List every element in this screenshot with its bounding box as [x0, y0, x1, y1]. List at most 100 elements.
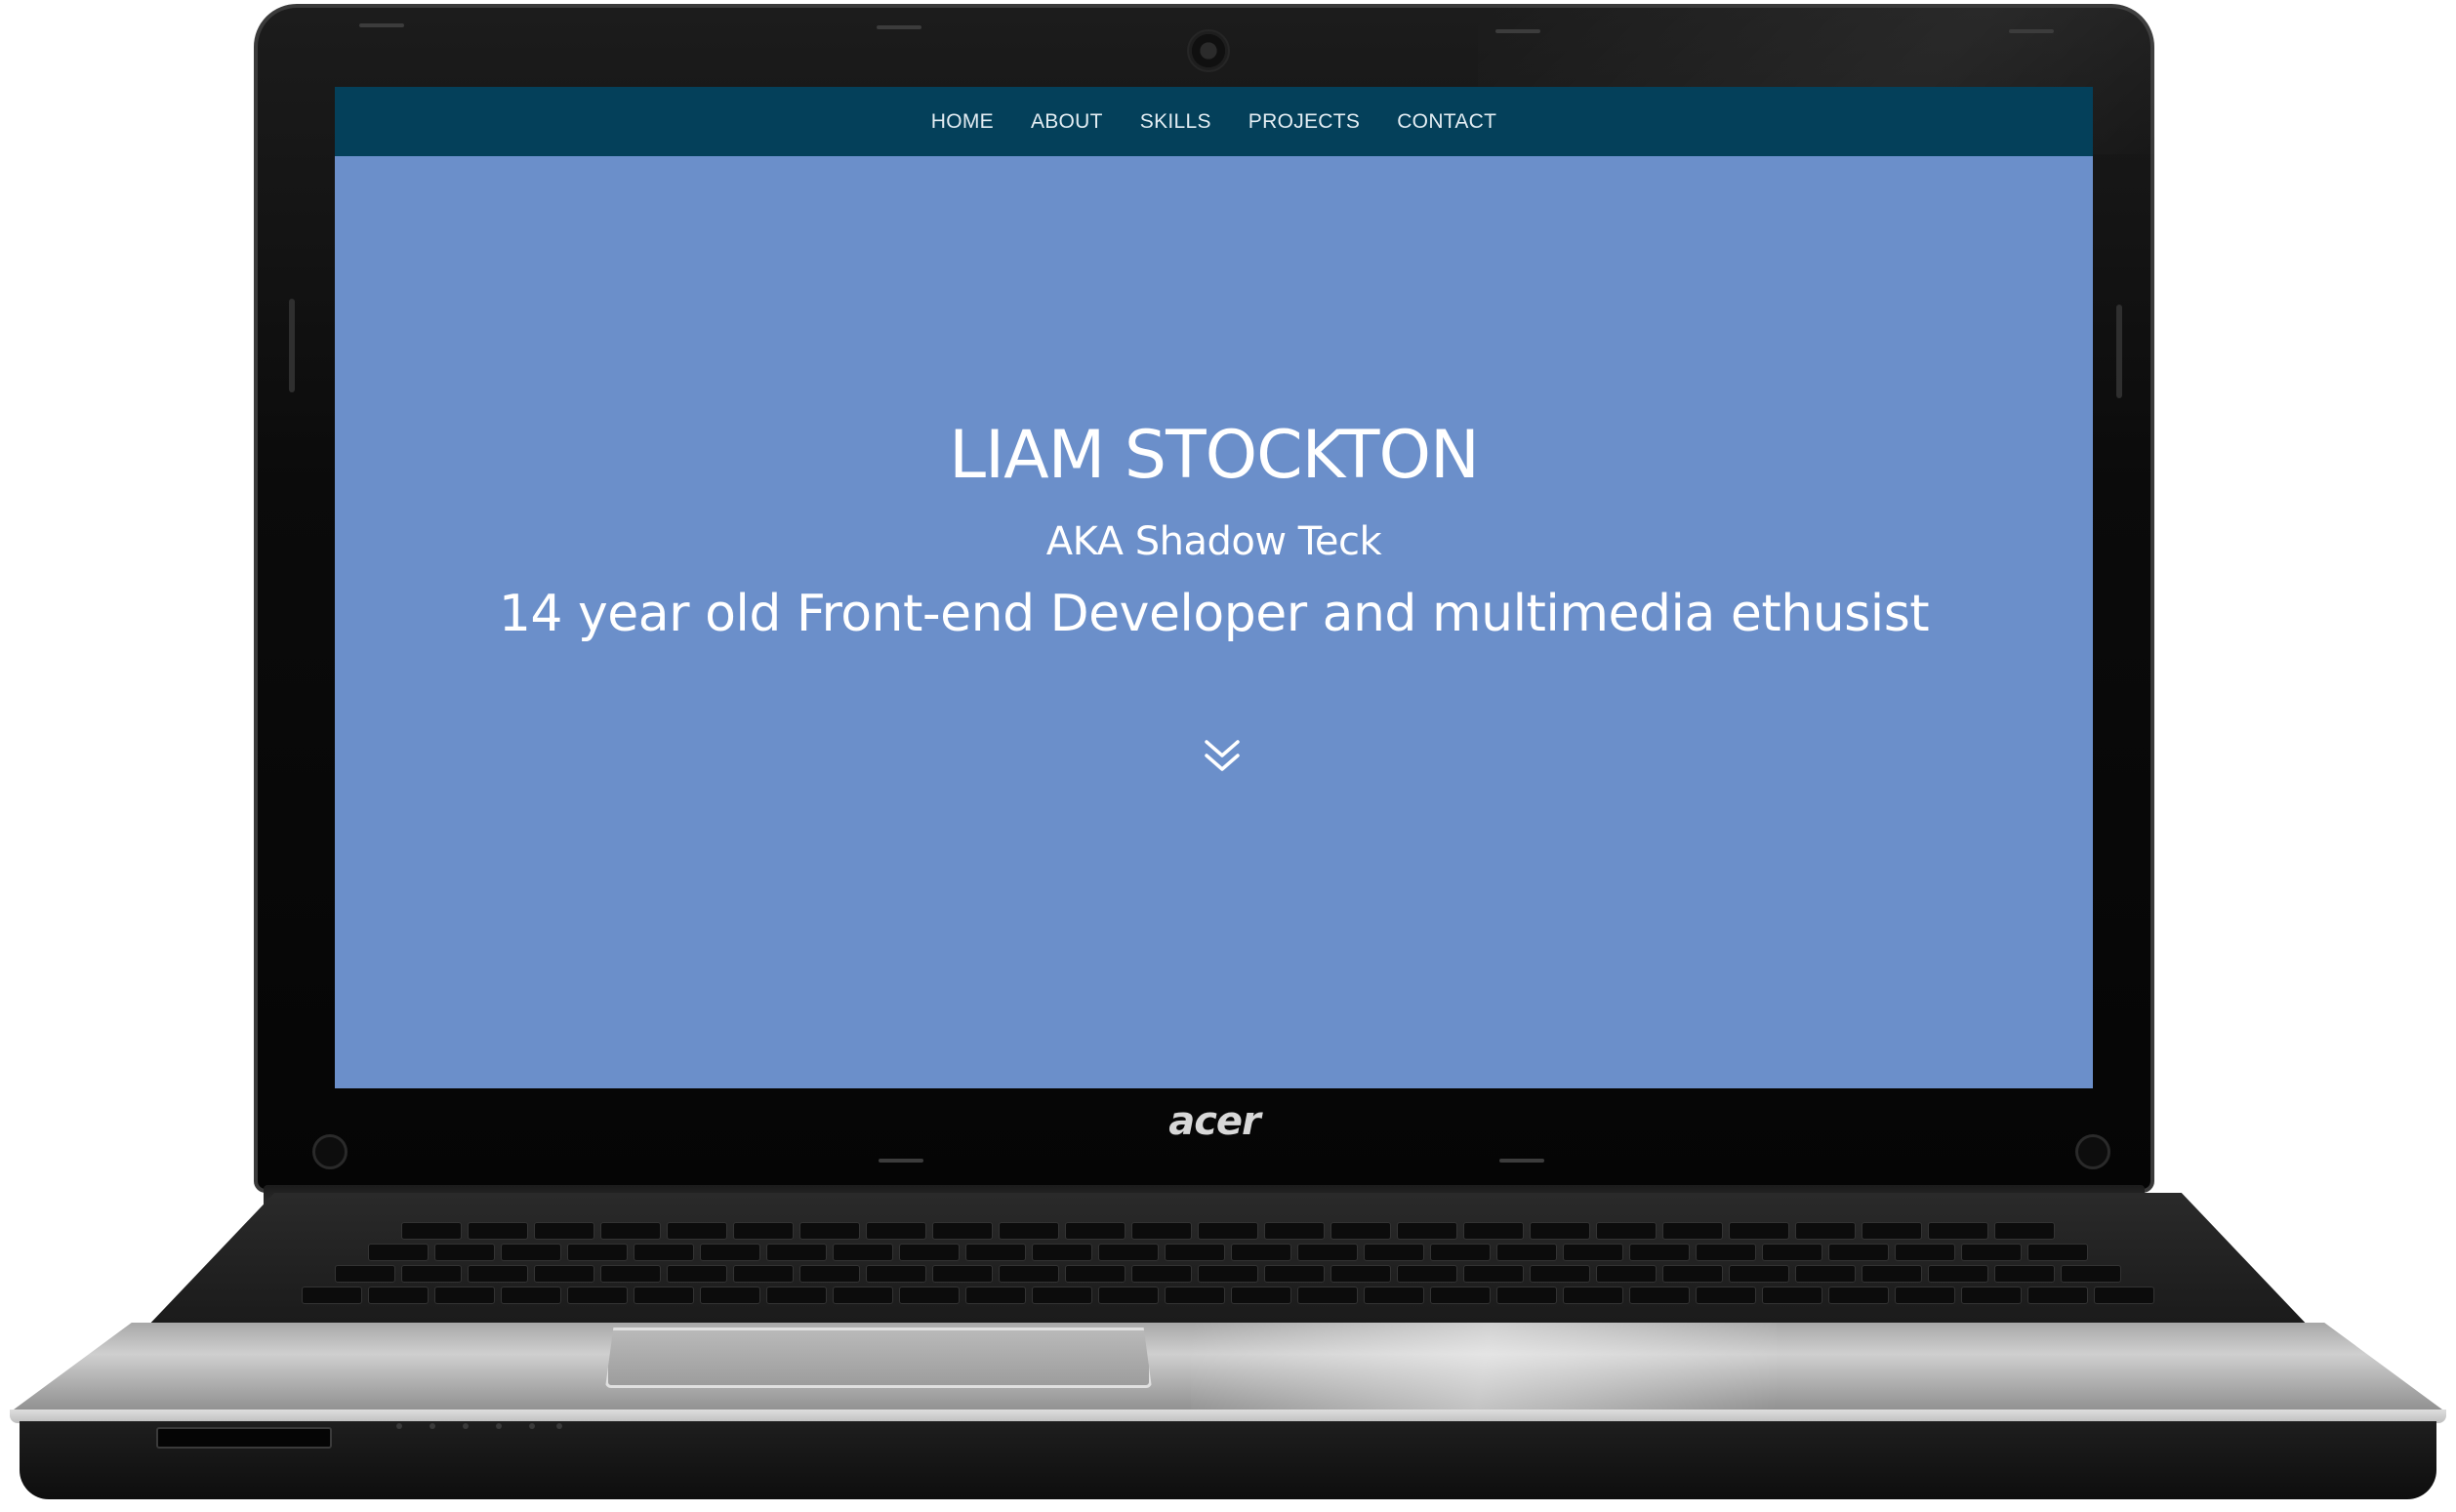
- keyboard: [185, 1218, 2271, 1324]
- key: [1065, 1222, 1126, 1240]
- key: [1862, 1222, 1922, 1240]
- key: [567, 1244, 628, 1261]
- key: [634, 1244, 694, 1261]
- key: [368, 1244, 429, 1261]
- key: [1530, 1265, 1590, 1283]
- key: [833, 1244, 893, 1261]
- key: [1496, 1244, 1557, 1261]
- status-led: [430, 1423, 435, 1429]
- key: [600, 1222, 661, 1240]
- key: [434, 1287, 495, 1304]
- bezel-notch: [1499, 1159, 1544, 1163]
- bezel-side-slot: [289, 299, 295, 392]
- keyboard-row: [185, 1222, 2271, 1240]
- bezel-notch: [1495, 29, 1540, 33]
- key: [1098, 1287, 1159, 1304]
- key: [434, 1244, 495, 1261]
- key: [1696, 1287, 1756, 1304]
- key: [1364, 1287, 1424, 1304]
- key: [965, 1244, 1026, 1261]
- key: [1994, 1265, 2055, 1283]
- key: [733, 1265, 794, 1283]
- key: [501, 1287, 561, 1304]
- keyboard-row: [185, 1244, 2271, 1261]
- webcam-icon: [1187, 29, 1230, 72]
- brand-logo: acer: [1168, 1099, 1261, 1144]
- nav-link-contact[interactable]: CONTACT: [1397, 110, 1496, 134]
- key: [401, 1222, 462, 1240]
- key: [899, 1287, 960, 1304]
- key: [2094, 1287, 2154, 1304]
- bezel-notch: [877, 25, 921, 29]
- key: [1862, 1265, 1922, 1283]
- status-led: [556, 1423, 562, 1429]
- key: [1828, 1244, 1889, 1261]
- key: [1961, 1244, 2022, 1261]
- keyboard-row: [185, 1287, 2271, 1304]
- key: [700, 1244, 760, 1261]
- key: [965, 1287, 1026, 1304]
- key: [667, 1222, 727, 1240]
- key: [1397, 1265, 1457, 1283]
- key: [1563, 1244, 1623, 1261]
- bezel-bumper: [312, 1134, 348, 1169]
- key: [700, 1287, 760, 1304]
- key: [1330, 1222, 1391, 1240]
- key: [1662, 1265, 1723, 1283]
- bezel-bumper: [2075, 1134, 2110, 1169]
- key: [1397, 1222, 1457, 1240]
- key: [766, 1244, 827, 1261]
- nav-link-about[interactable]: ABOUT: [1031, 110, 1103, 134]
- key: [866, 1265, 926, 1283]
- key: [1463, 1265, 1524, 1283]
- key: [766, 1287, 827, 1304]
- status-led: [396, 1423, 402, 1429]
- key: [634, 1287, 694, 1304]
- key: [1198, 1222, 1258, 1240]
- nav-link-home[interactable]: HOME: [931, 110, 994, 134]
- key: [302, 1287, 362, 1304]
- key: [1629, 1287, 1690, 1304]
- key: [1696, 1244, 1756, 1261]
- key: [999, 1222, 1059, 1240]
- key: [1032, 1287, 1092, 1304]
- key: [932, 1222, 993, 1240]
- nav-link-projects[interactable]: PROJECTS: [1248, 110, 1360, 134]
- key: [1098, 1244, 1159, 1261]
- key: [799, 1222, 860, 1240]
- key: [1297, 1244, 1358, 1261]
- key: [1928, 1265, 1988, 1283]
- site-navbar: HOME ABOUT SKILLS PROJECTS CONTACT: [335, 87, 2093, 156]
- key: [1596, 1222, 1657, 1240]
- key: [1596, 1265, 1657, 1283]
- key: [1762, 1244, 1822, 1261]
- key: [1364, 1244, 1424, 1261]
- status-led: [463, 1423, 469, 1429]
- hero-aka: AKA Shadow Teck: [1045, 519, 1382, 564]
- bezel-notch: [2009, 29, 2054, 33]
- key: [1828, 1287, 1889, 1304]
- key: [1165, 1287, 1225, 1304]
- key: [2027, 1287, 2088, 1304]
- key: [1496, 1287, 1557, 1304]
- key: [1032, 1244, 1092, 1261]
- key: [1131, 1222, 1192, 1240]
- nav-link-skills[interactable]: SKILLS: [1140, 110, 1211, 134]
- key: [1264, 1222, 1325, 1240]
- hero-name: LIAM STOCKTON: [949, 417, 1480, 494]
- key: [733, 1222, 794, 1240]
- key: [567, 1287, 628, 1304]
- key: [899, 1244, 960, 1261]
- key: [667, 1265, 727, 1283]
- key: [1330, 1265, 1391, 1283]
- key: [1131, 1265, 1192, 1283]
- key: [799, 1265, 860, 1283]
- bezel-side-slot: [2116, 305, 2122, 398]
- double-chevron-down-icon[interactable]: [1201, 736, 1244, 779]
- key: [401, 1265, 462, 1283]
- key: [1231, 1244, 1291, 1261]
- key: [833, 1287, 893, 1304]
- key: [1198, 1265, 1258, 1283]
- bottom-shell: [20, 1421, 2436, 1499]
- key: [1729, 1265, 1789, 1283]
